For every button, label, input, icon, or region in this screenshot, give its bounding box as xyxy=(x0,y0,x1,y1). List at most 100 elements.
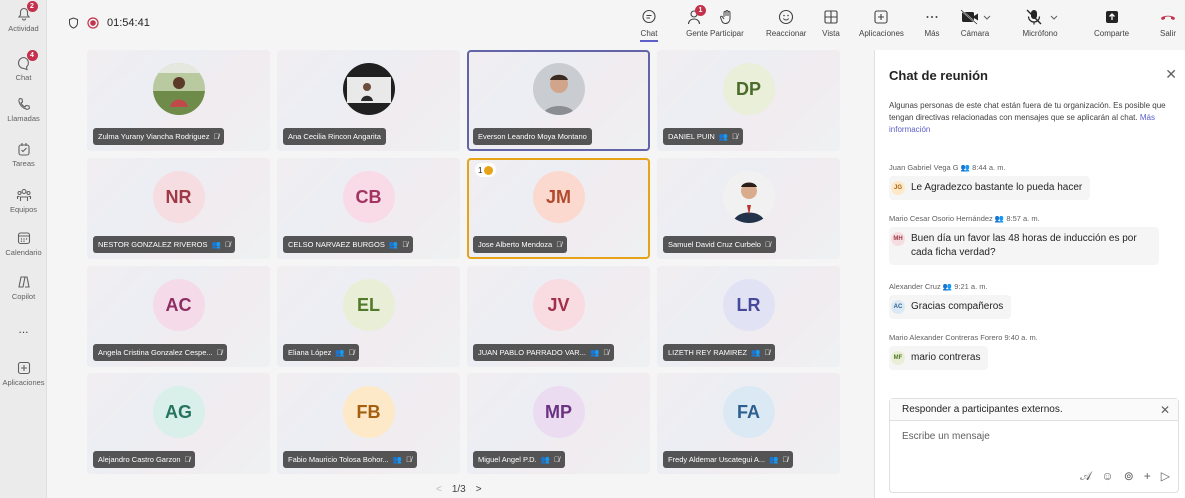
format-icon[interactable]: 𝒜 xyxy=(1080,469,1091,484)
shield-icon xyxy=(69,17,78,29)
page-indicator: 1/3 xyxy=(451,484,466,495)
toolbar-view-button[interactable]: Vista xyxy=(822,8,840,38)
participant-avatar: DP xyxy=(722,63,775,115)
app-rail: 2 Actividad 4 Chat Llamadas Tareas Equip… xyxy=(0,0,47,498)
participant-avatar: NR xyxy=(152,171,205,223)
external-reply-header: Responder a participantes externos. ✕ xyxy=(890,399,1178,421)
mic-off-icon: 🎙̸ xyxy=(603,348,609,357)
message-author: Mario Alexander Contreras Forero xyxy=(889,333,1003,342)
meeting-chat-panel: Chat de reunión ✕ Algunas personas de es… xyxy=(874,50,1185,498)
next-page-button[interactable]: > xyxy=(476,484,482,495)
participant-name: Jose Alberto Mendoza xyxy=(478,240,553,249)
message-input[interactable]: Escribe un mensaje xyxy=(890,421,1178,452)
participant-tile[interactable]: DP DANIEL PUIN 👥 🎙̸ xyxy=(657,50,840,151)
participant-avatar: FB xyxy=(342,386,395,438)
toolbar-share-button[interactable]: Comparte xyxy=(1094,8,1129,38)
rail-item-chat[interactable]: 4 Chat xyxy=(0,50,47,82)
chat-icon: 4 xyxy=(16,50,38,71)
message-meta: Mario Cesar Osorio Hernández 👥 8:57 a. m… xyxy=(889,214,1179,223)
message-meta: Alexander Cruz 👥 9:21 a. m. xyxy=(889,282,1179,291)
participant-name: Samuel David Cruz Curbelo xyxy=(668,240,761,249)
mic-off-icon: 🎙̸ xyxy=(224,240,231,249)
rail-badge: 4 xyxy=(26,50,38,61)
loop-icon[interactable]: ⊚ xyxy=(1124,469,1134,484)
toolbar-mic-button[interactable]: Micrófono xyxy=(1020,8,1060,38)
rail-more-button[interactable]: ... xyxy=(0,322,47,336)
copilot-icon xyxy=(16,274,32,290)
rail-label: Llamadas xyxy=(7,114,40,123)
rail-item-tareas[interactable]: Tareas xyxy=(0,141,47,168)
organizer-icon: 👥 xyxy=(751,348,761,357)
toolbar-label: Vista xyxy=(822,29,840,38)
participant-name: Alejandro Castro Garzon xyxy=(98,455,181,464)
rail-item-calendario[interactable]: Calendario xyxy=(0,230,47,257)
toolbar-camera-button[interactable]: Cámara xyxy=(958,8,992,38)
toolbar-react-button[interactable]: Reaccionar xyxy=(766,8,806,38)
participant-tile[interactable]: Zulma Yurany Viancha Rodriguez 🎙̸ xyxy=(87,50,270,151)
close-external-reply-button[interactable]: ✕ xyxy=(1160,399,1170,421)
toolbar-people-button[interactable]: 1 Gente xyxy=(686,5,708,38)
participant-name-tag: Everson Leandro Moya Montano xyxy=(473,128,592,145)
leave-button[interactable]: Salir xyxy=(1159,8,1177,38)
participant-tile[interactable]: FB Fabio Mauricio Tolosa Bohor... 👥 🎙̸ xyxy=(277,373,460,474)
toolbar-apps-button[interactable]: Aplicaciones xyxy=(859,8,904,38)
message-meta: Mario Alexander Contreras Forero 9:40 a.… xyxy=(889,333,1179,342)
message-avatar: JG xyxy=(891,181,905,195)
prev-page-button[interactable]: < xyxy=(436,484,442,495)
participant-tile[interactable]: AG Alejandro Castro Garzon 🎙̸ xyxy=(87,373,270,474)
toolbar-label: Chat xyxy=(640,29,658,38)
participant-tile[interactable]: JV JUAN PABLO PARRADO VAR... 👥 🎙̸ xyxy=(467,266,650,367)
add-icon[interactable]: + xyxy=(1144,469,1151,484)
rail-badge: 2 xyxy=(26,1,38,12)
message-avatar: AC xyxy=(891,300,905,314)
notice-text: Algunas personas de este chat están fuer… xyxy=(889,101,1166,122)
gallery-pager: < 1/3 > xyxy=(436,484,482,495)
participant-tile-hand-raised[interactable]: 1 JM Jose Alberto Mendoza 🎙̸ xyxy=(467,158,650,259)
rail-item-aplicaciones[interactable]: Aplicaciones xyxy=(0,360,47,387)
rail-item-equipos[interactable]: Equipos xyxy=(0,187,47,214)
participant-avatar: MP xyxy=(532,386,585,438)
toolbar-label: Participar xyxy=(710,29,744,38)
participant-tile[interactable]: Ana Cecilia Rincon Angarita xyxy=(277,50,460,151)
participant-tile[interactable]: LR LIZETH REY RAMIREZ 👥 🎙̸ xyxy=(657,266,840,367)
external-icon: 👥 xyxy=(994,214,1005,223)
emoji-icon[interactable]: ☺ xyxy=(1101,469,1113,484)
rail-item-copilot[interactable]: Copilot xyxy=(0,274,47,301)
hand-raise-badge: 1 xyxy=(475,163,497,177)
mic-off-icon: 🎙̸ xyxy=(184,455,191,464)
participant-tile[interactable]: MP Miguel Angel P.D. 👥 🎙̸ xyxy=(467,373,650,474)
participant-tile[interactable]: CB CELSO NARVAEZ BURGOS 👥 🎙̸ xyxy=(277,158,460,259)
close-chat-button[interactable]: ✕ xyxy=(1165,66,1177,83)
participant-tile-speaking[interactable]: Everson Leandro Moya Montano xyxy=(467,50,650,151)
camera-off-icon xyxy=(960,9,991,25)
participant-tile[interactable]: Samuel David Cruz Curbelo 🎙̸ xyxy=(657,158,840,259)
mic-off-icon: 🎙̸ xyxy=(402,240,408,249)
rail-item-llamadas[interactable]: Llamadas xyxy=(0,96,47,123)
emoji-icon xyxy=(779,9,794,25)
send-icon[interactable]: ▷ xyxy=(1161,469,1170,484)
participant-name: CELSO NARVAEZ BURGOS xyxy=(288,240,385,249)
toolbar-participate-button[interactable]: Participar xyxy=(710,8,744,38)
participant-photo xyxy=(532,63,585,115)
message-text: Le Agradezco bastante lo pueda hacer xyxy=(911,182,1083,193)
participant-tile[interactable]: EL Eliana López 👥 🎙̸ xyxy=(277,266,460,367)
participant-name: Everson Leandro Moya Montano xyxy=(478,132,587,141)
mic-off-icon: 🎙̸ xyxy=(554,455,560,464)
rail-item-actividad[interactable]: 2 Actividad xyxy=(0,1,47,33)
toolbar-chat-button[interactable]: Chat xyxy=(640,8,658,42)
organizer-icon: 👥 xyxy=(589,348,600,357)
participant-name-tag: LIZETH REY RAMIREZ 👥 🎙̸ xyxy=(663,344,776,361)
toolbar-label: Cámara xyxy=(960,29,990,38)
meeting-status: 01:54:41 xyxy=(68,17,150,29)
toolbar-more-button[interactable]: Más xyxy=(923,8,941,38)
message-bubble: JG Le Agradezco bastante lo pueda hacer xyxy=(889,176,1091,200)
organizer-icon: 👥 xyxy=(335,348,345,357)
toolbar-label: Gente xyxy=(686,29,708,38)
participant-name-tag: Jose Alberto Mendoza 🎙̸ xyxy=(473,236,567,253)
participant-tile[interactable]: AC Angela Cristina Gonzalez Cespe... 🎙̸ xyxy=(87,266,270,367)
mic-off-icon: 🎙̸ xyxy=(348,348,355,357)
participant-tile[interactable]: FA Fredy Aldemar Uscategui A... 👥 🎙̸ xyxy=(657,373,840,474)
organizer-icon: 👥 xyxy=(388,240,399,249)
tasks-icon xyxy=(16,141,32,157)
participant-tile[interactable]: NR NESTOR GONZALEZ RIVEROS 👥 🎙̸ xyxy=(87,158,270,259)
